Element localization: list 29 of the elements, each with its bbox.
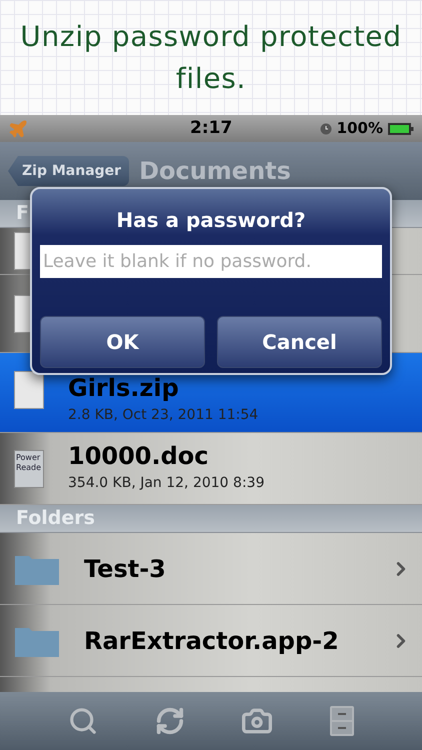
folder-row[interactable]: RarExtractor.app-2 <box>0 605 422 677</box>
dialog-title: Has a password? <box>116 207 306 234</box>
item-name: 10000.doc <box>68 443 210 469</box>
screen-title: Documents <box>139 156 291 187</box>
document-thumbnail: Power Reade <box>14 450 44 488</box>
folder-row[interactable]: Test-3 <box>0 533 422 605</box>
section-title: Folders <box>16 506 95 532</box>
file-row[interactable]: Power Reade 10000.doc 354.0 KB, Jan 12, 2010 8:39 <box>0 433 422 505</box>
battery-icon <box>388 122 414 134</box>
caption-text: Unzip password protected <box>20 18 402 54</box>
dialog-button[interactable]: Cancel <box>217 316 382 368</box>
item-name: Test-3 <box>84 556 167 582</box>
battery-percent: 100% <box>336 118 383 140</box>
status-time: 2:17 <box>190 116 232 140</box>
caption-text: files. <box>176 60 246 96</box>
refresh-icon[interactable] <box>154 706 185 736</box>
item-details: 354.0 KB, Jan 12, 2010 8:39 <box>68 474 266 493</box>
clock-icon <box>320 122 332 134</box>
dialog-button[interactable]: OK <box>40 316 205 368</box>
cabinet-icon[interactable] <box>330 706 354 736</box>
section-title: F <box>16 201 29 226</box>
item-name: RarExtractor.app-2 <box>84 628 340 654</box>
item-details: 2.8 KB, Oct 23, 2011 11:54 <box>68 406 260 425</box>
file-icon <box>14 370 44 408</box>
back-button[interactable]: Zip Manager <box>8 156 130 186</box>
search-icon[interactable] <box>68 706 98 736</box>
item-name: Girls.zip <box>68 375 180 401</box>
airplane-icon <box>8 118 28 138</box>
password-field[interactable]: Leave it blank if no password. <box>40 245 382 278</box>
